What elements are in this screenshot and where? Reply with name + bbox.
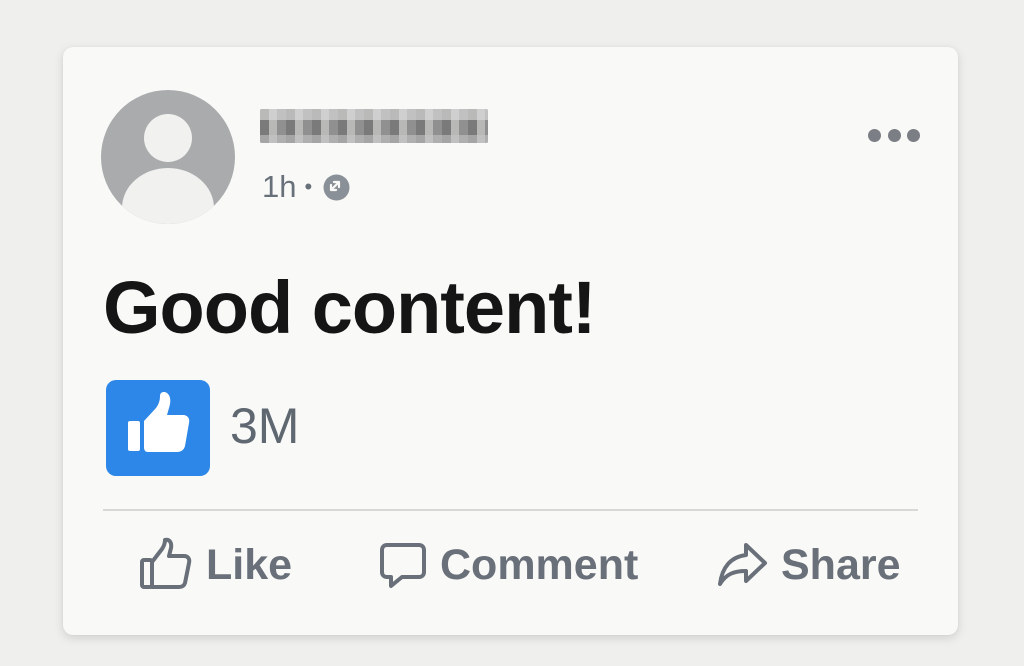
like-count[interactable]: 3M <box>230 397 299 455</box>
meta-separator: • <box>304 174 313 199</box>
like-button[interactable]: Like <box>138 533 292 597</box>
globe-icon[interactable] <box>322 173 351 202</box>
author-name-redacted[interactable] <box>260 109 488 143</box>
more-dot <box>907 128 920 142</box>
comment-button[interactable]: Comment <box>378 533 638 597</box>
post-meta: 1h • <box>262 167 351 207</box>
post-text: Good content! <box>103 266 597 349</box>
share-label: Share <box>781 540 901 589</box>
share-button[interactable]: Share <box>717 533 901 597</box>
post-card: 1h • Good content! 3M Like Comment Share <box>63 47 958 635</box>
more-dot <box>887 128 901 142</box>
divider <box>103 509 918 511</box>
thumbs-up-outline-icon <box>140 537 192 589</box>
more-options-icon[interactable] <box>868 123 920 147</box>
avatar[interactable] <box>101 90 235 224</box>
like-label: Like <box>206 540 293 589</box>
share-icon <box>718 543 767 586</box>
post-timestamp[interactable]: 1h <box>262 169 296 205</box>
comment-icon <box>380 543 426 588</box>
more-dot <box>868 128 881 142</box>
default-avatar-icon <box>122 114 214 224</box>
comment-label: Comment <box>440 540 639 589</box>
thumbs-up-icon[interactable] <box>106 380 210 476</box>
